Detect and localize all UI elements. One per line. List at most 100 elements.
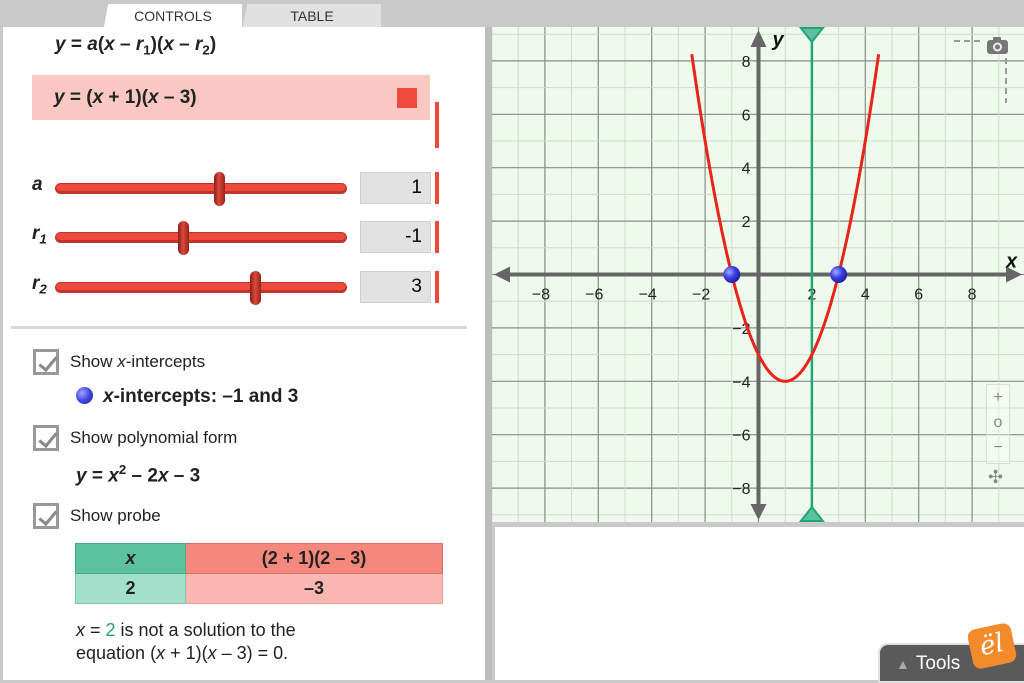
tab-bar: CONTROLS TABLE [0,0,490,27]
slider-r2-thumb[interactable] [250,271,262,305]
polynomial-form: y = x2 – 2x – 3 [76,462,200,487]
eq-var: y [54,87,65,108]
cb-var: x [117,352,126,371]
graph-svg[interactable]: −8−6−4−224688642−2−4−6−8xy [492,27,1024,522]
tab-table[interactable]: TABLE [243,4,381,27]
y-tick-label: 8 [742,54,751,71]
probe-text-var: x [156,643,166,663]
slider-r2-marker [435,271,439,303]
show-polynomial-form-label[interactable]: Show polynomial form [70,428,237,448]
slider-r2: r2 [0,271,480,305]
x-tick-label: −2 [692,287,710,304]
camera-guide-vertical [1005,58,1007,103]
x-axis-arrow-left [494,266,510,283]
y-axis-label: y [772,29,785,51]
pan-move-icon[interactable]: ✣ [988,467,1003,488]
eq-text: + 1)( [103,87,149,108]
probe-handle-top[interactable] [798,27,825,44]
equation-marker [435,102,439,148]
slider-r1: r1 [0,221,480,255]
probe-value-x: 2 [75,573,186,604]
probe-text-part: – 3) = 0. [216,643,289,663]
show-x-intercepts-checkbox[interactable] [33,349,59,375]
probe-text-part: = [85,620,106,640]
show-probe-checkbox[interactable] [33,503,59,529]
probe-header-expression: (2 + 1)(2 – 3) [185,543,443,574]
zoom-in-button[interactable]: + [987,385,1009,410]
x-intercept-point [830,266,848,283]
panel-divider[interactable] [485,27,492,680]
triangle-up-icon: ▲ [896,656,910,672]
camera-guide-lines [954,40,984,42]
x-axis-label: x [1005,251,1018,273]
formula-text: ) [209,34,217,55]
slider-r2-value-field[interactable] [360,271,431,303]
slider-a-marker [435,172,439,204]
poly-text: – 3 [168,465,201,487]
slider-r2-label: r2 [32,273,47,297]
section-divider [11,326,467,329]
poly-var: x [108,465,119,487]
y-tick-label: −6 [732,428,750,445]
eq-var: x [148,87,159,108]
probe-value-row: 2 –3 [75,573,443,604]
intercept-point-icon [76,387,93,404]
slider-r1-value-field[interactable] [360,221,431,253]
x-tick-label: −6 [585,287,603,304]
show-x-intercepts-label[interactable]: Show x-intercepts [70,352,205,372]
slider-a-track[interactable] [56,184,346,193]
formula-var: a [87,34,98,55]
zoom-reset-button[interactable]: o [987,410,1009,435]
eq-text: – 3) [158,87,197,108]
intercepts-var: x [103,386,114,407]
poly-var: y [76,465,87,487]
probe-text-part: equation ( [76,643,157,663]
cb-text: -intercepts [125,352,206,371]
graph-area[interactable]: −8−6−4−224688642−2−4−6−8xy [492,27,1024,522]
slider-r1-thumb[interactable] [177,221,189,255]
zoom-out-button[interactable]: − [987,435,1009,460]
eq-var: x [92,87,104,108]
show-probe-label[interactable]: Show probe [70,506,161,526]
slider-r2-track[interactable] [56,283,346,292]
tools-label: Tools [915,653,961,674]
general-form-formula: y = a(x – r1)(x – r2) [55,34,216,58]
slider-r1-sub: 1 [39,231,47,247]
probe-table: x (2 + 1)(2 – 3) 2 –3 [75,543,443,604]
color-swatch[interactable] [397,88,417,108]
slider-a-label: a [32,174,43,198]
probe-text-var: x [207,643,217,663]
formula-var: x [163,34,174,55]
slider-r1-track[interactable] [56,233,346,242]
slider-r1-marker [435,221,439,253]
formula-var: y [55,34,66,55]
poly-text: = [86,465,109,487]
formula-sub: 1 [143,42,151,58]
equation-bar[interactable]: y = (x + 1)(x – 3) [32,75,430,120]
formula-text: = [65,34,88,55]
current-equation: y = (x + 1)(x – 3) [54,87,197,109]
x-tick-label: −8 [532,287,550,304]
y-tick-label: 4 [742,161,751,178]
slider-r1-label: r1 [32,223,47,247]
zoom-controls: + o − [986,384,1010,464]
probe-text-value: 2 [105,620,116,640]
slider-a-thumb[interactable] [214,172,226,206]
probe-header-row: x (2 + 1)(2 – 3) [75,543,443,574]
y-tick-label: −4 [732,374,750,391]
slider-a: a [0,172,480,206]
probe-handle-bottom[interactable] [798,505,825,522]
x-tick-label: 6 [914,287,923,304]
eq-text: = ( [64,87,93,108]
probe-text-part: is not a solution to the [115,620,296,640]
intercepts-text: -intercepts: –1 and 3 [113,386,299,407]
tab-controls[interactable]: CONTROLS [104,4,242,27]
y-tick-label: 2 [742,214,751,231]
formula-sub: 2 [202,42,210,58]
slider-a-value-field[interactable] [360,172,431,204]
slider-a-name: a [32,174,43,195]
x-intercept-point [723,266,741,283]
y-tick-label: −8 [732,481,750,498]
show-polynomial-form-checkbox[interactable] [33,425,59,451]
x-tick-label: −4 [639,287,657,304]
